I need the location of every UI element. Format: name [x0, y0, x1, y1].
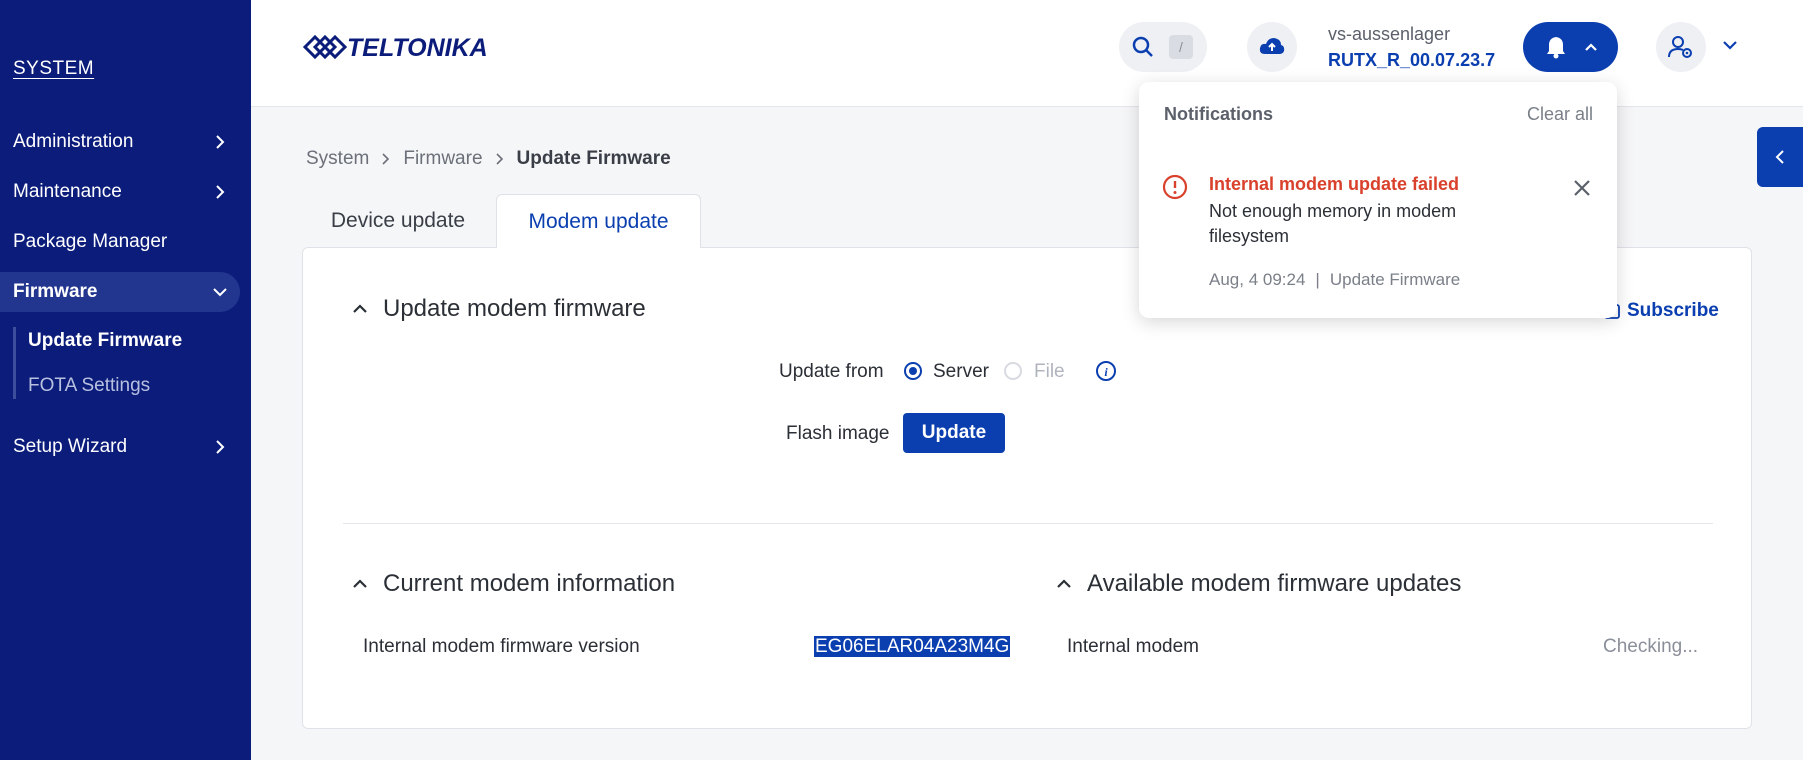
flash-image-label: Flash image: [786, 423, 890, 444]
chevron-right-icon: [216, 135, 225, 149]
chevron-right-icon: [495, 153, 503, 165]
info-icon[interactable]: i: [1095, 360, 1117, 382]
sidebar: SYSTEM Administration Maintenance Packag…: [0, 0, 251, 760]
clear-all-button[interactable]: Clear all: [1527, 104, 1593, 125]
alert-icon: [1162, 174, 1188, 200]
notification-heading: Internal modem update failed: [1209, 174, 1460, 194]
radio-server-label[interactable]: Server: [933, 361, 989, 383]
update-modem-section-header[interactable]: Update modem firmware: [351, 295, 646, 323]
logo-mark: TELTONIKA: [302, 34, 488, 62]
sidebar-subitem-fota-settings[interactable]: FOTA Settings: [28, 375, 150, 397]
sidebar-item-firmware[interactable]: Firmware: [0, 272, 240, 312]
search-shortcut-key: /: [1169, 35, 1193, 59]
bell-icon: [1547, 37, 1565, 59]
sidebar-item-setup-wizard[interactable]: Setup Wizard: [0, 427, 240, 467]
side-panel-toggle[interactable]: [1757, 127, 1803, 187]
notification-separator: |: [1315, 270, 1320, 289]
section-title: Current modem information: [383, 570, 676, 597]
breadcrumb-current: Update Firmware: [516, 148, 671, 169]
chevron-up-icon: [353, 579, 367, 588]
chevron-down-icon: [213, 288, 227, 297]
notifications-button[interactable]: [1523, 22, 1618, 72]
cloud-button[interactable]: [1247, 22, 1297, 72]
radio-file-label[interactable]: File: [1034, 361, 1065, 383]
chevron-right-icon: [216, 440, 225, 454]
sidebar-item-administration[interactable]: Administration: [0, 122, 240, 162]
chevron-up-icon: [1057, 579, 1071, 588]
available-updates-section-header[interactable]: Available modem firmware updates: [1055, 570, 1461, 598]
user-gear-icon: [1668, 36, 1692, 58]
user-settings-button[interactable]: [1656, 22, 1706, 72]
search-icon: [1132, 36, 1153, 57]
sidebar-item-label: Setup Wizard: [13, 436, 128, 457]
notification-time: Aug, 4 09:24: [1209, 270, 1306, 289]
radio-file[interactable]: [1004, 362, 1022, 380]
device-name: vs-aussenlager: [1328, 24, 1451, 44]
cloud-upload-icon: [1259, 38, 1285, 54]
notifications-panel: Notifications Clear all Internal modem u…: [1139, 82, 1617, 318]
internal-modem-status: Checking...: [1603, 636, 1699, 657]
notifications-title: Notifications: [1164, 104, 1274, 124]
section-title: Update modem firmware: [383, 295, 646, 322]
selected-text: EG06ELAR04A23M4G: [814, 636, 1011, 657]
internal-modem-label: Internal modem: [1067, 636, 1200, 657]
chevron-left-icon: [1775, 150, 1784, 164]
sidebar-subitem-update-firmware[interactable]: Update Firmware: [28, 330, 182, 352]
chevron-up-icon: [1585, 43, 1597, 51]
search-button[interactable]: /: [1119, 22, 1207, 72]
subscribe-link[interactable]: Subscribe: [1603, 300, 1719, 322]
sidebar-section-title[interactable]: SYSTEM: [13, 58, 94, 80]
breadcrumb-system[interactable]: System: [306, 148, 369, 170]
update-button[interactable]: Update: [903, 413, 1005, 453]
notification-source[interactable]: Update Firmware: [1330, 270, 1460, 290]
sidebar-item-label: Maintenance: [13, 181, 122, 202]
section-divider: [343, 523, 1713, 524]
sidebar-item-maintenance[interactable]: Maintenance: [0, 172, 240, 212]
sidebar-item-label: Firmware: [13, 281, 98, 302]
notification-body: Not enough memory in modem filesystem: [1209, 201, 1457, 246]
modem-fw-version-label: Internal modem firmware version: [363, 636, 640, 657]
firmware-subnav: Update Firmware FOTA Settings: [13, 327, 236, 399]
svg-text:i: i: [1104, 365, 1108, 379]
update-from-label: Update from: [779, 361, 884, 382]
modem-update-card: Update modem firmware Subscribe Update f…: [302, 247, 1752, 729]
tab-device-update[interactable]: Device update: [306, 194, 490, 248]
breadcrumb-firmware[interactable]: Firmware: [403, 148, 482, 170]
notification-meta: Aug, 4 09:24 | Update Firmware: [1209, 270, 1460, 290]
sidebar-item-package-manager[interactable]: Package Manager: [0, 222, 240, 262]
sidebar-item-label: Administration: [13, 131, 134, 152]
section-title: Available modem firmware updates: [1087, 570, 1462, 597]
teltonika-logo[interactable]: TELTONIKA: [301, 27, 511, 72]
modem-fw-version-value: EG06ELAR04A23M4G: [814, 636, 1011, 658]
chevron-up-icon: [353, 304, 367, 313]
radio-server[interactable]: [904, 362, 922, 380]
close-icon[interactable]: [1571, 177, 1593, 199]
chevron-down-icon[interactable]: [1721, 36, 1739, 54]
device-firmware-version[interactable]: RUTX_R_00.07.23.7: [1328, 50, 1495, 71]
current-info-section-header[interactable]: Current modem information: [351, 570, 675, 598]
subscribe-label: Subscribe: [1627, 300, 1719, 321]
tab-modem-update[interactable]: Modem update: [496, 194, 701, 248]
logo-text: TELTONIKA: [347, 34, 488, 62]
chevron-right-icon: [216, 185, 225, 199]
sidebar-item-label: Package Manager: [13, 231, 168, 252]
chevron-right-icon: [382, 153, 390, 165]
breadcrumb: System Firmware Update Firmware: [306, 148, 671, 170]
